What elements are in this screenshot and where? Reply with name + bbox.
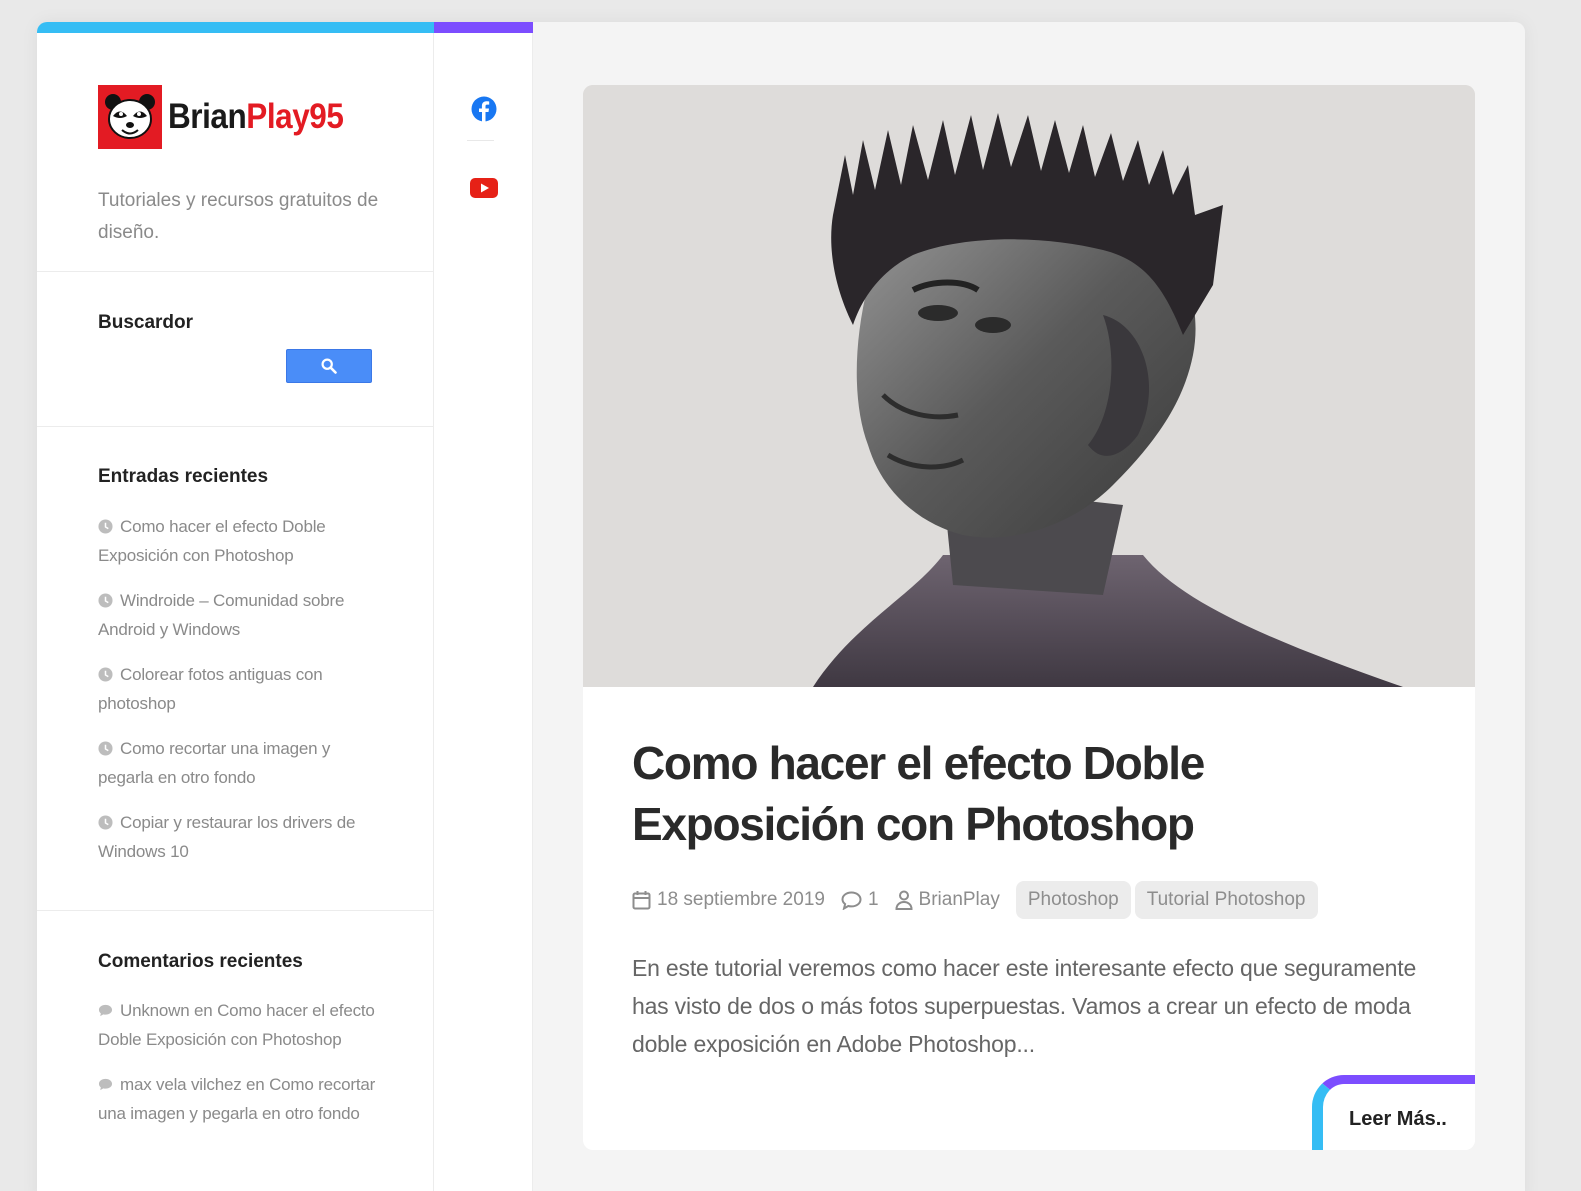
recent-post-link[interactable]: Como recortar una imagen y pegarla en ot…: [98, 739, 330, 787]
read-more-label: Leer Más..: [1349, 1108, 1447, 1130]
post-meta: 18 septiembre 2019 1 BrianPlay Photoshop…: [632, 881, 1322, 919]
accent-bar-purple: [434, 22, 533, 33]
divider: [467, 140, 494, 141]
comment-author[interactable]: Unknown: [120, 1001, 190, 1020]
read-more-button[interactable]: Leer Más..: [1312, 1075, 1475, 1150]
site-logo-link[interactable]: BrianPlay95: [98, 85, 363, 149]
post-date: 18 septiembre 2019: [632, 889, 825, 911]
recent-posts-title: Entradas recientes: [98, 466, 269, 487]
accent-bar-blue: [37, 22, 434, 33]
post-author[interactable]: BrianPlay: [895, 889, 1000, 911]
post-title[interactable]: Como hacer el efecto Doble Exposición co…: [632, 733, 1432, 855]
list-item: Unknown en Como hacer el efecto Doble Ex…: [98, 996, 388, 1054]
recent-post-link[interactable]: Windroide – Comunidad sobre Android y Wi…: [98, 591, 344, 639]
comment-connector: en: [246, 1075, 265, 1094]
clock-icon: [98, 667, 113, 682]
tag-photoshop[interactable]: Photoshop: [1015, 881, 1131, 919]
recent-post-link[interactable]: Como hacer el efecto Doble Exposición co…: [98, 517, 326, 565]
divider: [37, 271, 434, 272]
comment-icon: [841, 890, 862, 910]
sidebar: BrianPlay95 Tutoriales y recursos gratui…: [37, 33, 434, 1191]
list-item[interactable]: Colorear fotos antiguas con photoshop: [98, 660, 388, 718]
tag-tutorial-photoshop[interactable]: Tutorial Photoshop: [1134, 881, 1318, 919]
panda-logo-icon: [98, 85, 162, 149]
comments-count-text: 1: [867, 889, 879, 910]
search-widget-title: Buscardor: [98, 312, 194, 333]
page-frame: BrianPlay95 Tutoriales y recursos gratui…: [37, 22, 1525, 1191]
recent-post-link[interactable]: Colorear fotos antiguas con photoshop: [98, 665, 323, 713]
search-button[interactable]: [286, 349, 372, 383]
author-name: BrianPlay: [918, 889, 1000, 910]
list-item[interactable]: Como recortar una imagen y pegarla en ot…: [98, 734, 388, 792]
list-item: max vela vilchez en Como recortar una im…: [98, 1070, 388, 1128]
post-excerpt: En este tutorial veremos como hacer este…: [632, 955, 1417, 1057]
comment-author[interactable]: max vela vilchez: [120, 1075, 242, 1094]
post-card: Como hacer el efecto Doble Exposición co…: [583, 85, 1475, 1150]
site-name-first: Brian: [168, 97, 247, 136]
list-item[interactable]: Como hacer el efecto Doble Exposición co…: [98, 512, 388, 570]
comment-connector: en: [194, 1001, 213, 1020]
list-item[interactable]: Copiar y restaurar los drivers de Window…: [98, 808, 388, 866]
recent-comments-list: Unknown en Como hacer el efecto Doble Ex…: [98, 996, 388, 1144]
site-name: BrianPlay95: [168, 97, 344, 137]
youtube-link[interactable]: [434, 168, 533, 208]
post-date-text: 18 septiembre 2019: [657, 889, 825, 910]
clock-icon: [98, 519, 113, 534]
divider: [37, 426, 434, 427]
divider: [37, 910, 434, 911]
clock-icon: [98, 593, 113, 608]
post-comments-count[interactable]: 1: [841, 889, 879, 911]
user-icon: [895, 890, 913, 910]
youtube-icon: [469, 178, 498, 198]
social-bar: [434, 33, 533, 1191]
recent-post-link[interactable]: Copiar y restaurar los drivers de Window…: [98, 813, 355, 861]
search-icon: [321, 358, 337, 374]
comment-icon: [98, 1004, 113, 1017]
recent-comments-title: Comentarios recientes: [98, 951, 303, 972]
facebook-link[interactable]: [434, 89, 533, 129]
site-name-second: Play95: [246, 97, 344, 136]
calendar-icon: [632, 891, 651, 910]
site-tagline: Tutoriales y recursos gratuitos de diseñ…: [98, 190, 379, 243]
clock-icon: [98, 815, 113, 830]
recent-posts-list: Como hacer el efecto Doble Exposición co…: [98, 512, 388, 882]
double-exposure-portrait-image: [583, 85, 1475, 687]
list-item[interactable]: Windroide – Comunidad sobre Android y Wi…: [98, 586, 388, 644]
clock-icon: [98, 741, 113, 756]
facebook-icon: [471, 96, 496, 122]
featured-image[interactable]: [583, 85, 1475, 687]
comment-icon: [98, 1078, 113, 1091]
